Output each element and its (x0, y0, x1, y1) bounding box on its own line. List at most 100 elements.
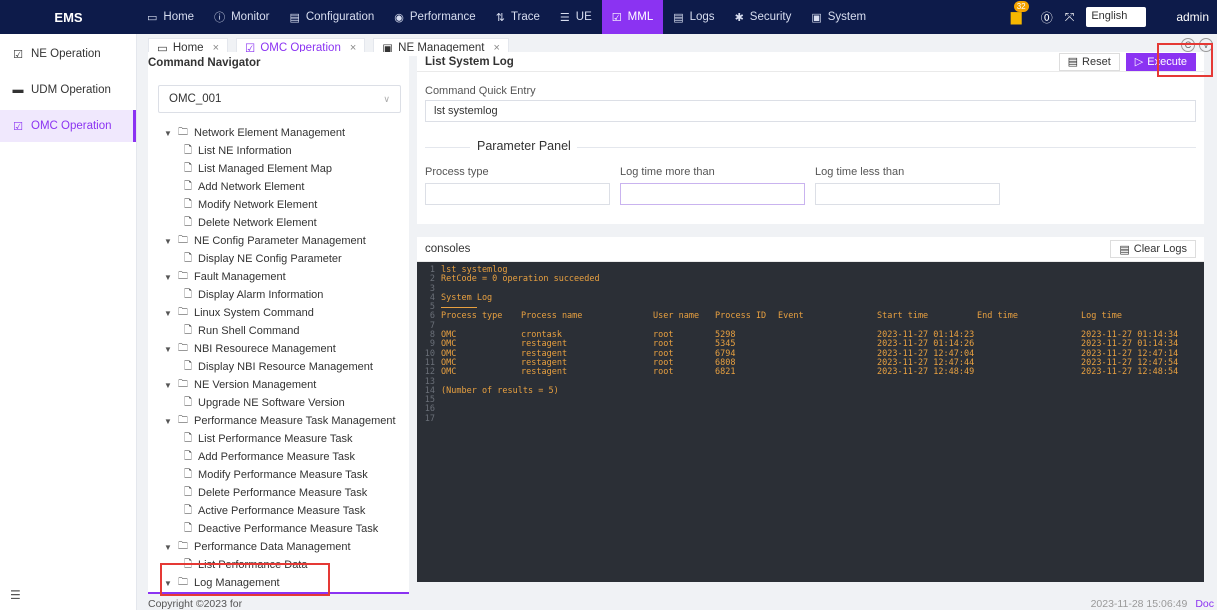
nav-monitor[interactable]: ⓘ Monitor (204, 0, 279, 34)
tree-leaf-label: Active Performance Measure Task (198, 505, 366, 517)
folder-icon: 🗀 (178, 414, 188, 426)
tree-group[interactable]: ▼ 🗀 NE Config Parameter Management (148, 232, 409, 250)
notification-bell-icon[interactable]: ▆ 32 (1011, 1, 1029, 26)
file-icon: 🗋 (184, 504, 193, 516)
tree-leaf[interactable]: 🗋 Delete Network Element (148, 214, 409, 232)
collapse-menu-icon[interactable]: ☰ (10, 588, 21, 602)
tree-leaf[interactable]: 🗋 List Performance Measure Task (148, 430, 409, 448)
tree-leaf[interactable]: 🗋 Delete Performance Measure Task (148, 484, 409, 502)
console-output: 1 lst systemlog 2 RetCode = 0 operation suc… (417, 262, 1204, 582)
underline (441, 307, 477, 309)
file-icon: 🗋 (184, 198, 193, 210)
folder-icon: 🗀 (178, 378, 188, 390)
highlight-box (1157, 43, 1213, 77)
nav-label: MML (627, 11, 654, 23)
nav-performance[interactable]: ◉ Performance (384, 0, 485, 34)
quick-entry-input[interactable]: lst systemlog (425, 100, 1196, 122)
log-time-less-input[interactable] (815, 183, 1000, 205)
console-line: 12 OMC restagent root 6821 2023-11-27 12:48:4… (417, 367, 1204, 377)
tree-group-label: Performance Data Management (194, 541, 351, 553)
tree-group[interactable]: ▼ 🗀 NE Version Management (148, 376, 409, 394)
tree-group[interactable]: ▼ 🗀 Linux System Command (148, 304, 409, 322)
nav-home[interactable]: ▭ Home (137, 0, 204, 34)
nav-label: Trace (510, 11, 540, 23)
log-time-less-label: Log time less than (815, 166, 905, 178)
console-header: consoles ▤ Clear Logs (417, 237, 1204, 262)
highlight-box (160, 563, 330, 596)
help-icon[interactable]: ⓪ (1041, 9, 1053, 26)
nav-label: Configuration (305, 11, 375, 23)
nav-configuration[interactable]: ▤ Configuration (279, 0, 384, 34)
nav-logs[interactable]: ▤ Logs (663, 0, 724, 34)
tree-leaf[interactable]: 🗋 Display Alarm Information (148, 286, 409, 304)
tree-leaf[interactable]: 🗋 Display NE Config Parameter (148, 250, 409, 268)
tree-group[interactable]: ▼ 🗀 Network Element Management (148, 124, 409, 142)
user-menu[interactable]: admin (1176, 10, 1209, 24)
file-icon: 🗋 (184, 522, 193, 534)
file-icon: 🗋 (184, 360, 193, 372)
nav-system[interactable]: ▣ System (801, 0, 876, 34)
tree-leaf-label: Modify Performance Measure Task (198, 469, 368, 481)
sidebar-item-udm-operation[interactable]: ▬ UDM Operation (0, 74, 136, 106)
folder-icon: 🗀 (178, 234, 188, 246)
file-icon: 🗋 (184, 252, 193, 264)
clear-logs-button[interactable]: ▤ Clear Logs (1110, 240, 1196, 258)
process-type-input[interactable] (425, 183, 610, 205)
tree-leaf-label: Display NE Config Parameter (198, 253, 342, 265)
console-line: 6 Process type Process name User name Proces… (417, 311, 1204, 322)
file-icon: 🗋 (184, 324, 193, 336)
info-circle-icon: ⓘ (214, 12, 226, 24)
tree-leaf[interactable]: 🗋 List NE Information (148, 142, 409, 160)
caret-down-icon: ▼ (164, 416, 172, 426)
tree-leaf[interactable]: 🗋 List Managed Element Map (148, 160, 409, 178)
ne-select[interactable]: OMC_001 ∨ (158, 85, 401, 113)
footer: Copyright ©2023 for 2023-11-28 15:06:49 D… (148, 598, 1214, 610)
tree-leaf-label: Upgrade NE Software Version (198, 397, 345, 409)
caret-down-icon: ▼ (164, 308, 172, 318)
tree-leaf[interactable]: 🗋 Run Shell Command (148, 322, 409, 340)
fullscreen-icon[interactable]: ⤧ (1065, 10, 1075, 25)
nav-security[interactable]: ✱ Security (725, 0, 802, 34)
tree-group[interactable]: ▼ 🗀 Performance Measure Task Management (148, 412, 409, 430)
nav-trace[interactable]: ⇅ Trace (486, 0, 550, 34)
doc-link[interactable]: Doc (1195, 598, 1214, 610)
tree-leaf[interactable]: 🗋 Modify Network Element (148, 196, 409, 214)
tree-leaf-label: Add Performance Measure Task (198, 451, 355, 463)
file-icon: 🗋 (184, 432, 193, 444)
console-text: Process type (441, 311, 503, 322)
console-text: Start time (877, 311, 929, 322)
trace-icon: ⇅ (495, 11, 505, 24)
tree-group[interactable]: ▼ 🗀 NBI Resourece Management (148, 340, 409, 358)
command-navigator: Command Navigator OMC_001 ∨ ▼ 🗀 Network Ele… (148, 52, 409, 594)
sidebar-item-ne-operation[interactable]: ☑ NE Operation (0, 38, 136, 70)
tree-leaf[interactable]: 🗋 Add Network Element (148, 178, 409, 196)
tree-leaf[interactable]: 🗋 Deactive Performance Measure Task (148, 520, 409, 538)
tree-group[interactable]: ▼ 🗀 Performance Data Management (148, 538, 409, 556)
system-icon: ▣ (811, 11, 822, 24)
file-icon: 🗋 (184, 450, 193, 462)
reset-button[interactable]: ▤ Reset (1058, 52, 1120, 71)
sidebar-item-omc-operation[interactable]: ☑ OMC Operation (0, 110, 136, 142)
brand-logo[interactable]: EMS (0, 0, 137, 34)
tree-leaf[interactable]: 🗋 Display NBI Resource Management (148, 358, 409, 376)
tree-leaf[interactable]: 🗋 Upgrade NE Software Version (148, 394, 409, 412)
clear-icon: ▤ (1119, 243, 1130, 256)
tree-leaf[interactable]: 🗋 Add Performance Measure Task (148, 448, 409, 466)
console-line: 2 RetCode = 0 operation succeeded (417, 274, 1204, 284)
file-icon: 🗋 (184, 162, 193, 174)
console-title: consoles (425, 243, 471, 255)
tree-leaf[interactable]: 🗋 Modify Performance Measure Task (148, 466, 409, 484)
ue-icon: ☰ (559, 11, 570, 24)
log-time-more-input[interactable] (620, 183, 805, 205)
tree-leaf-label: Display NBI Resource Management (198, 361, 373, 373)
console-panel: consoles ▤ Clear Logs 1 lst systemlog 2 RetC… (417, 237, 1204, 582)
console-line: 15 (417, 395, 1204, 405)
tree-group[interactable]: ▼ 🗀 Fault Management (148, 268, 409, 286)
nav-ue[interactable]: ☰ UE (550, 0, 602, 34)
top-right-tools: ▆ 32 ⓪ ⤧ English admin (1011, 0, 1217, 34)
reset-icon: ▤ (1067, 56, 1079, 68)
language-select[interactable]: English (1086, 7, 1147, 27)
tree-leaf[interactable]: 🗋 Active Performance Measure Task (148, 502, 409, 520)
nav-mml[interactable]: ☑ MML (601, 0, 664, 34)
tree-leaf-label: Modify Network Element (198, 199, 318, 211)
